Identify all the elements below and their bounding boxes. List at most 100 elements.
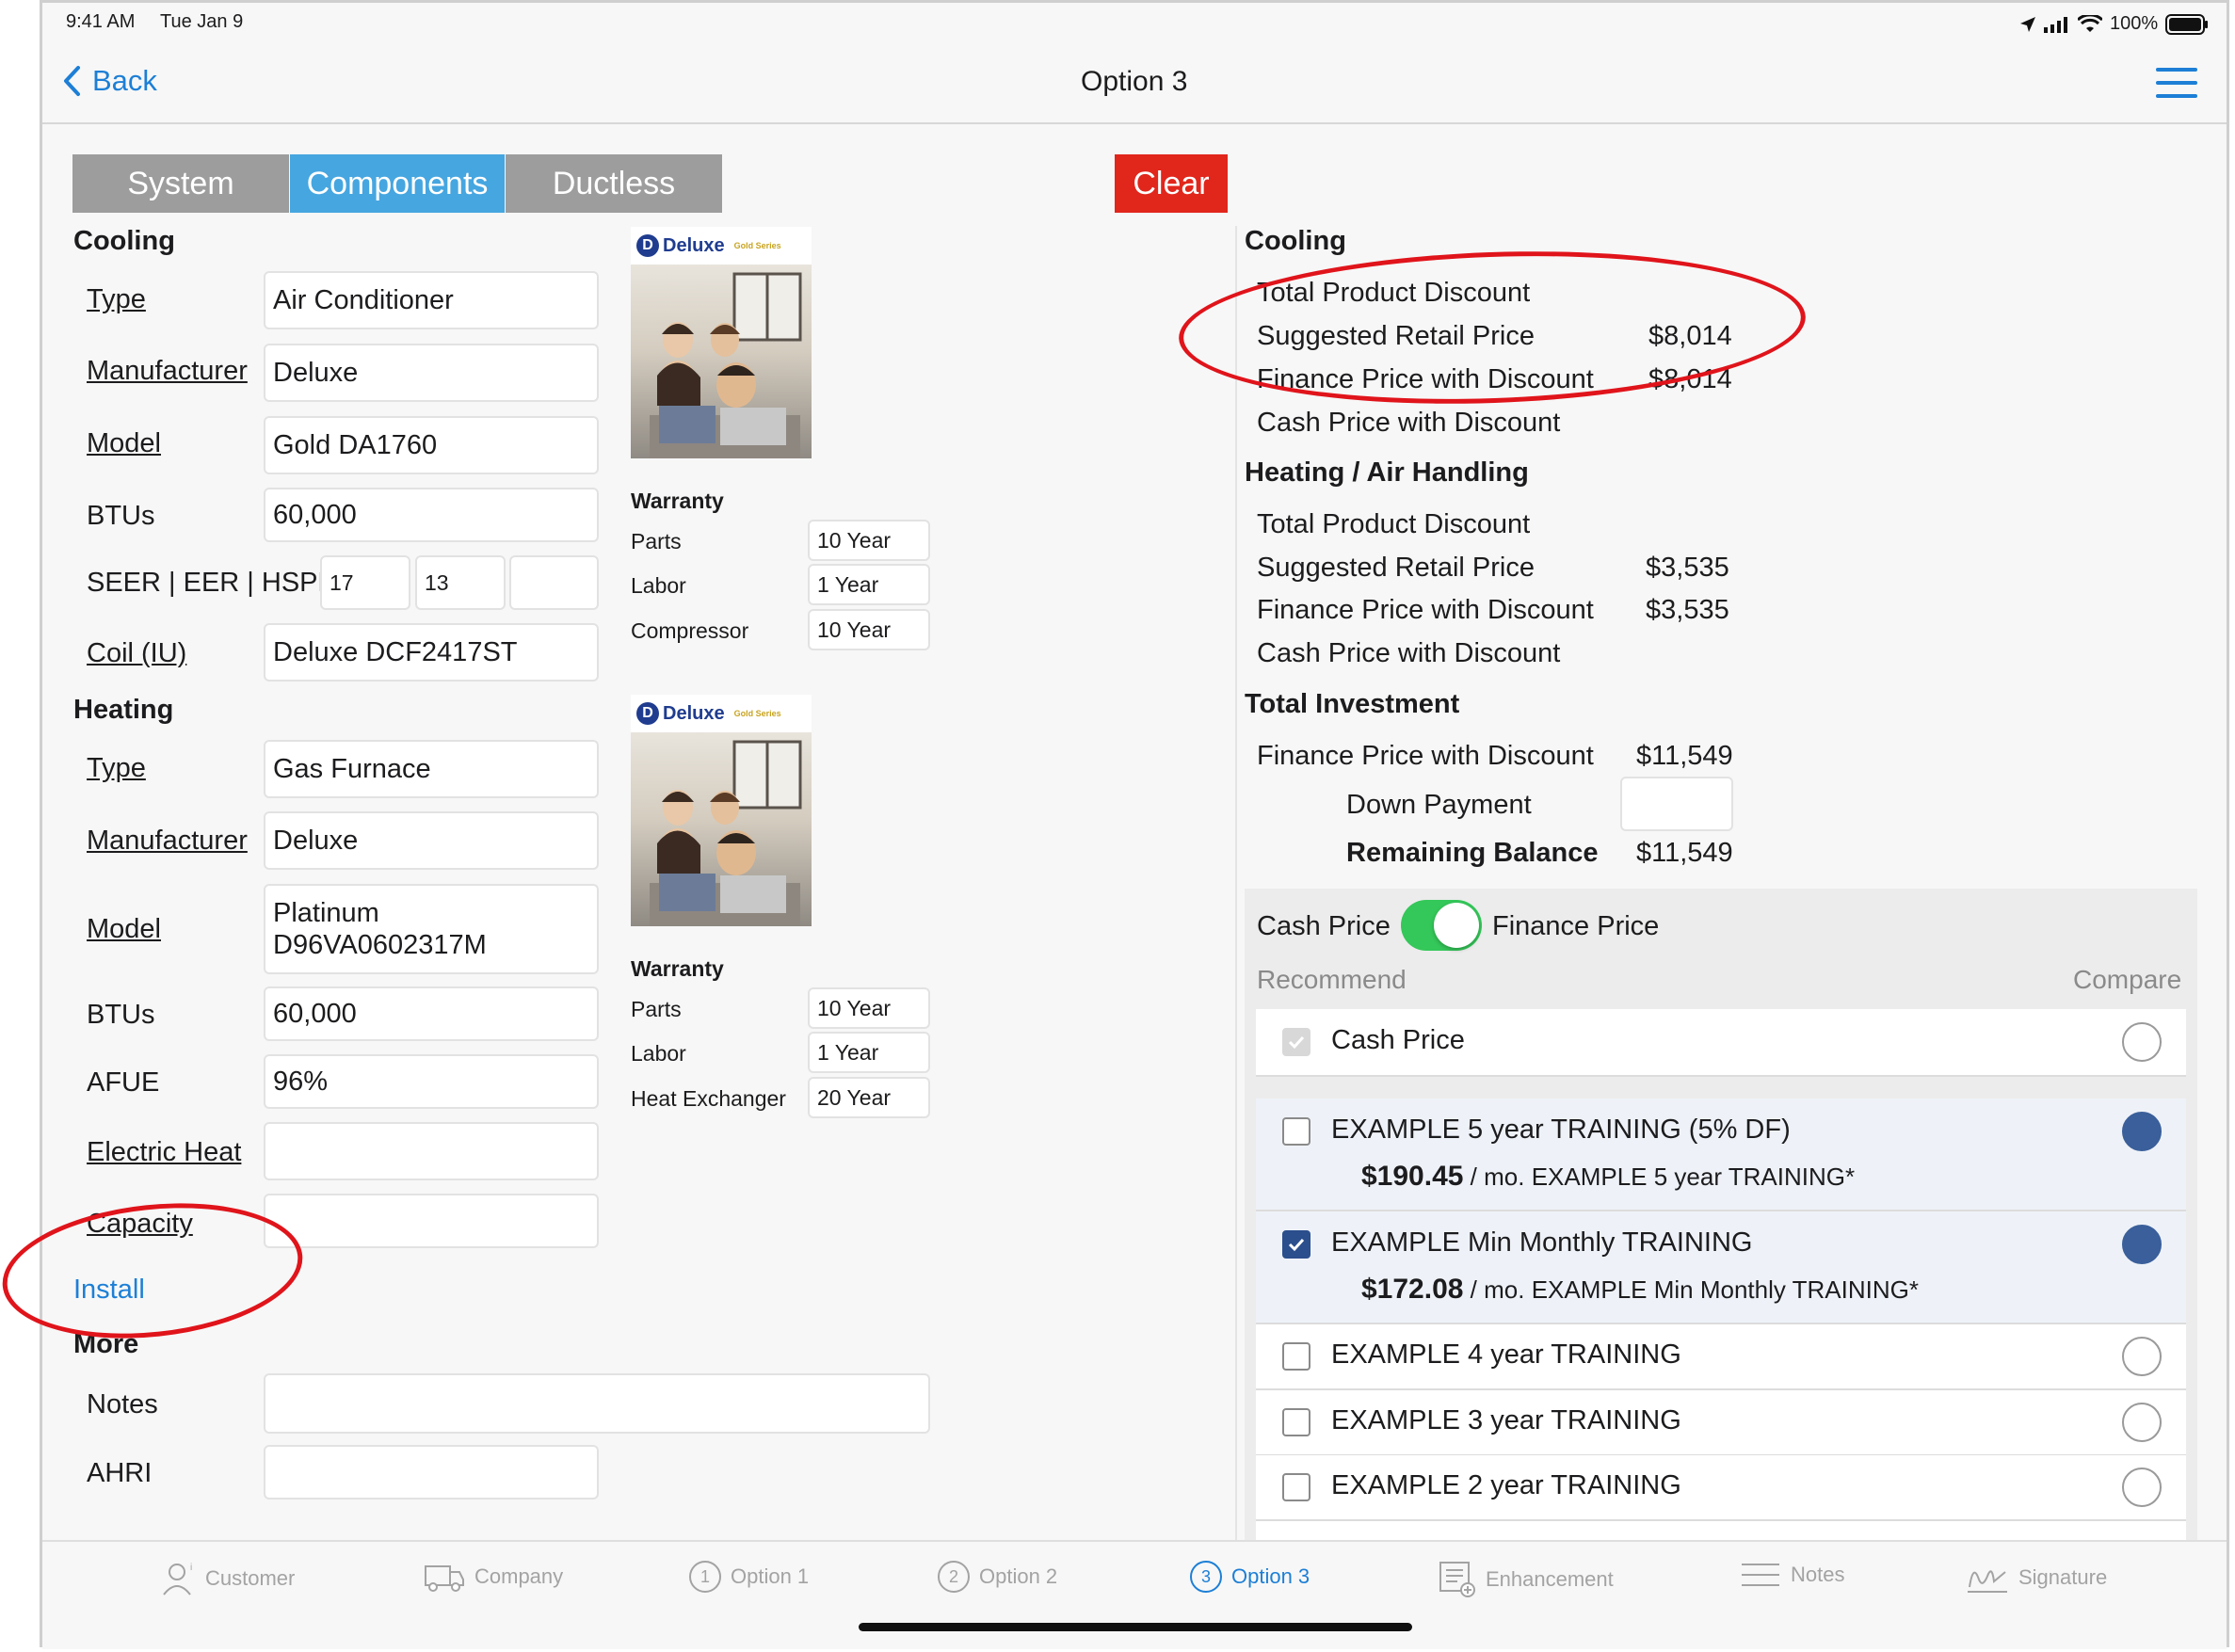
heating-btus-field[interactable]: 60,000	[264, 986, 599, 1041]
heating-type-label[interactable]: Type	[87, 753, 146, 784]
recommend-checkbox[interactable]	[1282, 1408, 1310, 1436]
heating-model-line1: Platinum	[273, 898, 379, 928]
recommend-checkbox[interactable]	[1282, 1342, 1310, 1371]
cooling-model-field[interactable]: Gold DA1760	[264, 416, 599, 474]
compare-radio[interactable]	[2122, 1225, 2162, 1264]
cooling-btus-field[interactable]: 60,000	[264, 488, 599, 542]
battery-icon	[2165, 13, 2209, 35]
option-label: EXAMPLE 4 year TRAINING	[1331, 1339, 1681, 1370]
ahri-field[interactable]	[264, 1445, 599, 1500]
chevron-left-icon	[64, 66, 80, 96]
list-item-partial	[1256, 1521, 2186, 1540]
option-label: EXAMPLE 3 year TRAINING	[1331, 1405, 1681, 1435]
heating-manufacturer-label[interactable]: Manufacturer	[87, 826, 248, 857]
heating-warranty-labor-field[interactable]: 1 Year	[808, 1032, 930, 1073]
finance-price-toggle-label: Finance Price	[1492, 911, 1660, 941]
tab-option-1[interactable]: 1 Option 1	[689, 1561, 809, 1593]
recommend-checkbox[interactable]	[1282, 1117, 1310, 1146]
page-title: Option 3	[1081, 66, 1188, 97]
price-toggle[interactable]	[1401, 900, 1482, 951]
option-2-icon: 2	[938, 1561, 970, 1593]
cooling-warranty-compressor-field[interactable]: 10 Year	[808, 609, 930, 650]
afue-label: AFUE	[87, 1067, 160, 1098]
summary-cooling-cash-label: Cash Price with Discount	[1257, 408, 1561, 438]
down-payment-field[interactable]	[1620, 777, 1733, 831]
list-item[interactable]: EXAMPLE 3 year TRAINING	[1256, 1390, 2186, 1456]
electric-heat-field[interactable]	[264, 1122, 599, 1180]
heating-warranty-heading: Warranty	[631, 956, 724, 981]
heating-heading: Heating	[73, 695, 174, 725]
cooling-type-label[interactable]: Type	[87, 284, 146, 315]
list-item[interactable]: EXAMPLE 2 year TRAINING	[1256, 1455, 2186, 1521]
option-3-icon: 3	[1190, 1561, 1222, 1593]
cooling-type-field[interactable]: Air Conditioner	[264, 271, 599, 329]
list-item[interactable]: EXAMPLE 5 year TRAINING (5% DF) $190.45 …	[1256, 1099, 2186, 1211]
tab-company[interactable]: Company	[424, 1561, 563, 1593]
total-finance-value: $11,549	[1636, 741, 1733, 771]
recommend-checkbox[interactable]	[1282, 1028, 1310, 1056]
cooling-heading: Cooling	[73, 226, 175, 256]
tab-customer[interactable]: i Customer	[162, 1561, 295, 1596]
tab-notes[interactable]: Notes	[1740, 1561, 1844, 1589]
compare-radio[interactable]	[2122, 1112, 2162, 1151]
heating-btus-label: BTUs	[87, 1000, 155, 1030]
location-icon	[2020, 16, 2035, 32]
heating-warranty-parts-field[interactable]: 10 Year	[808, 987, 930, 1029]
recommend-header: Recommend	[1257, 965, 1407, 994]
recommend-checkbox[interactable]	[1282, 1473, 1310, 1501]
tab-option-2[interactable]: 2 Option 2	[938, 1561, 1057, 1593]
compare-radio[interactable]	[2122, 1337, 2162, 1376]
heating-type-field[interactable]: Gas Furnace	[264, 740, 599, 798]
heating-model-line2: D96VA0602317M	[273, 930, 487, 960]
seer-field[interactable]: 17	[320, 555, 410, 610]
home-indicator	[859, 1623, 1412, 1631]
cooling-model-label[interactable]: Model	[87, 428, 161, 459]
tab-components[interactable]: Components	[290, 154, 505, 213]
heating-model-field[interactable]: Platinum D96VA0602317M	[264, 884, 599, 974]
customer-icon: i	[163, 1563, 192, 1596]
cooling-warranty-parts-field[interactable]: 10 Year	[808, 520, 930, 561]
recommend-checkbox[interactable]	[1282, 1230, 1310, 1259]
summary-heating-retail-value: $3,535	[1646, 553, 1729, 583]
menu-icon[interactable]	[2156, 68, 2197, 107]
heat-exchanger-field[interactable]: 20 Year	[808, 1077, 930, 1118]
hspf-field[interactable]	[509, 555, 599, 610]
capacity-field[interactable]	[264, 1194, 599, 1248]
cooling-manufacturer-field[interactable]: Deluxe	[264, 344, 599, 402]
family-photo	[631, 265, 812, 458]
notes-label: Notes	[87, 1389, 158, 1419]
back-button[interactable]: Back	[62, 64, 157, 98]
list-item[interactable]: EXAMPLE Min Monthly TRAINING $172.08 / m…	[1256, 1211, 2186, 1324]
heating-model-label[interactable]: Model	[87, 914, 161, 945]
summary-heating-discount-label: Total Product Discount	[1257, 509, 1531, 539]
option-1-icon: 1	[689, 1561, 721, 1593]
signature-icon	[1968, 1570, 2007, 1593]
coil-label[interactable]: Coil (IU)	[87, 638, 186, 669]
cooling-warranty-compressor-label: Compressor	[631, 618, 749, 643]
afue-field[interactable]: 96%	[264, 1054, 599, 1109]
compare-radio[interactable]	[2122, 1468, 2162, 1507]
signal-icon	[2044, 16, 2067, 33]
electric-heat-label[interactable]: Electric Heat	[87, 1137, 241, 1168]
tab-ductless[interactable]: Ductless	[506, 154, 722, 213]
list-item[interactable]: Cash Price	[1256, 1009, 2186, 1077]
tab-bar	[42, 1540, 2227, 1649]
column-divider	[1235, 226, 1237, 1540]
list-item[interactable]: EXAMPLE 4 year TRAINING	[1256, 1324, 2186, 1390]
eer-field[interactable]: 13	[415, 555, 506, 610]
cooling-manufacturer-label[interactable]: Manufacturer	[87, 356, 248, 387]
tab-option-3[interactable]: 3 Option 3	[1190, 1561, 1310, 1593]
coil-field[interactable]: Deluxe DCF2417ST	[264, 623, 599, 682]
compare-radio[interactable]	[2122, 1022, 2162, 1062]
summary-heating-retail-label: Suggested Retail Price	[1257, 553, 1535, 583]
cooling-warranty-labor-field[interactable]: 1 Year	[808, 564, 930, 605]
cooling-warranty-parts-label: Parts	[631, 529, 682, 553]
tab-enhancement[interactable]: Enhancement	[1439, 1561, 1614, 1598]
notes-field[interactable]	[264, 1373, 930, 1434]
tab-signature[interactable]: Signature	[1966, 1561, 2107, 1595]
heating-manufacturer-field[interactable]: Deluxe	[264, 811, 599, 870]
clear-button[interactable]: Clear	[1115, 154, 1228, 213]
tab-system[interactable]: System	[72, 154, 289, 213]
option-monthly-payment: $172.08 / mo. EXAMPLE Min Monthly TRAINI…	[1361, 1274, 1919, 1305]
compare-radio[interactable]	[2122, 1403, 2162, 1442]
